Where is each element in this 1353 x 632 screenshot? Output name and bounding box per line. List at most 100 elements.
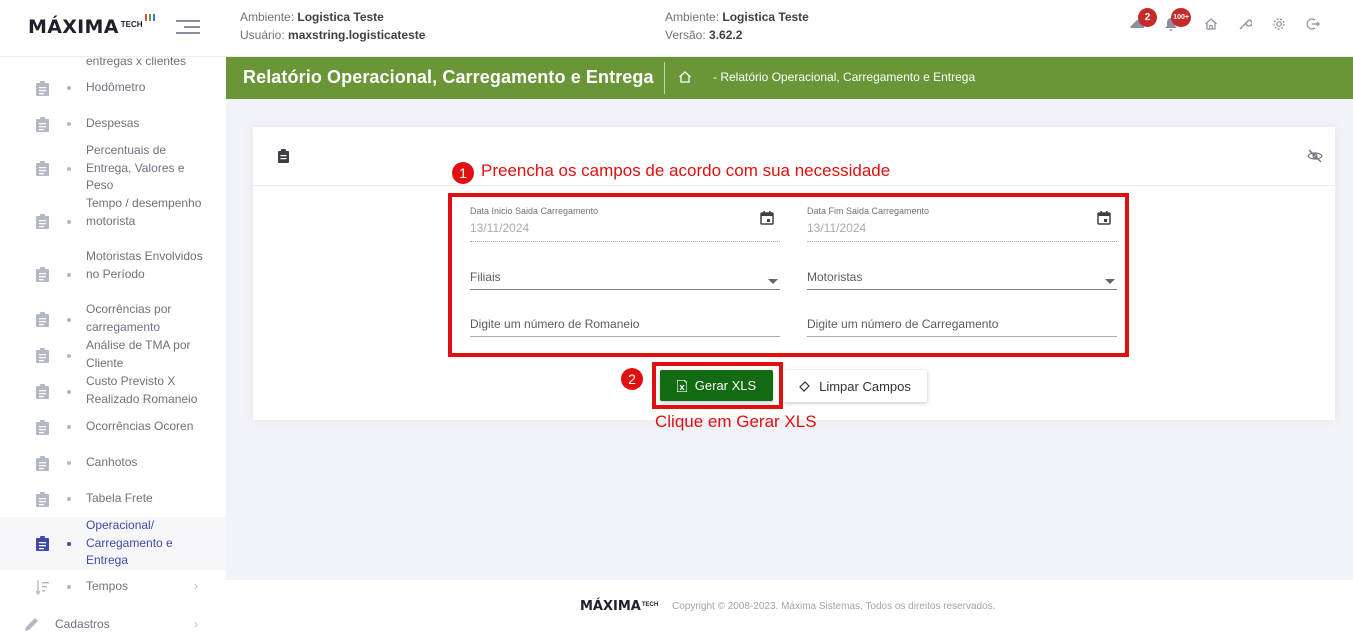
pencil-icon — [25, 618, 38, 631]
bullet — [67, 542, 71, 546]
bullet — [67, 318, 71, 322]
chevron-right-icon: › — [194, 617, 198, 631]
sidebar-item-tabela-frete[interactable]: Tabela Frete — [0, 488, 226, 510]
wrench-icon[interactable] — [1237, 16, 1253, 32]
logo-text: MÁXIMA — [28, 16, 119, 38]
sidebar-item-custo-previsto[interactable]: Custo Previsto X Realizado Romaneio — [0, 373, 226, 409]
bullet — [67, 425, 71, 429]
sidebar-item-label: Ocorrências Ocoren — [86, 419, 194, 433]
menu-toggle-icon[interactable] — [176, 18, 200, 36]
breadcrumb[interactable]: - Relatório Operacional, Carregamento e … — [713, 70, 975, 84]
sidebar-item-label: Tempos — [86, 579, 129, 593]
clipboard-icon — [36, 456, 49, 471]
sidebar-item-label: Hodômetro — [86, 80, 146, 94]
clipboard-icon — [36, 420, 49, 435]
truck-notification-icon[interactable]: 2 — [1129, 8, 1157, 32]
bell-icon[interactable]: 100+ — [1163, 8, 1191, 32]
bullet — [67, 220, 71, 224]
sort-icon — [36, 580, 49, 595]
bell-badge: 100+ — [1171, 8, 1191, 27]
sidebar-item-cadastros[interactable]: Cadastros › — [0, 614, 226, 632]
clipboard-icon — [36, 384, 49, 399]
sidebar-item-despesas[interactable]: Despesas — [0, 113, 226, 135]
breadcrumb-home-icon[interactable] — [678, 70, 692, 84]
page-title: Relatório Operacional, Carregamento e En… — [243, 67, 654, 87]
minus-icon — [36, 57, 49, 66]
version-info: Ambiente: Logistica Teste Versão: 3.62.2 — [665, 10, 809, 42]
footer-logo-tech: TECH — [641, 602, 659, 608]
sidebar-item-label: Motoristas Envolvidos no Período — [86, 249, 203, 281]
bullet — [67, 497, 71, 501]
maxima-tech-logo[interactable]: MÁXIMA TECH — [28, 14, 155, 40]
bullet — [67, 390, 71, 394]
annotation-number-1: 1 — [452, 162, 474, 184]
home-icon[interactable] — [1203, 16, 1219, 32]
sidebar-item-label: Canhotos — [86, 455, 138, 469]
sidebar-item-hodometro[interactable]: Hodômetro — [0, 77, 226, 99]
top-header: MÁXIMA TECH Ambiente: Logistica Teste Us… — [0, 0, 1353, 57]
sidebar-item-ocorrencias-ocoren[interactable]: Ocorrências Ocoren — [0, 416, 226, 438]
sidebar-item-label: Percentuais de Entrega, Valores e Peso — [86, 143, 185, 192]
sidebar-item-label: entregas x clientes — [86, 57, 187, 68]
footer-logo-text: MÁXIMA — [580, 599, 641, 614]
annotation-text-1: Preencha os campos de acordo com sua nec… — [481, 161, 891, 180]
header-actions: 2 100+ — [1129, 8, 1321, 36]
sidebar-item-tempo-desempenho[interactable]: Tempo / desempenho motorista — [0, 195, 226, 248]
footer-logo: MÁXIMA TECH — [580, 599, 658, 615]
sidebar-item-entregas-clientes[interactable]: entregas x clientes — [0, 57, 226, 71]
copyright-text: Copyright © 2008-2023. Máxima Sistemas. … — [672, 601, 996, 612]
sidebar-item-analise-tma[interactable]: Análise de TMA por Cliente — [0, 337, 226, 373]
annotation-number-2: 2 — [621, 368, 643, 390]
truck-badge: 2 — [1138, 8, 1157, 27]
bullet — [67, 86, 71, 90]
clipboard-icon — [36, 81, 49, 96]
sidebar-item-label: Cadastros — [55, 617, 110, 631]
clipboard-icon — [36, 536, 49, 551]
sidebar-item-percentuais[interactable]: Percentuais de Entrega, Valores e Peso — [0, 142, 226, 195]
chevron-right-icon: › — [194, 579, 198, 593]
sidebar-menu: entregas x clientes Hodômetro Despesas P… — [0, 57, 226, 632]
clipboard-icon — [36, 214, 49, 229]
sidebar-item-label: Análise de TMA por Cliente — [86, 338, 191, 370]
logo-color-bars — [144, 14, 155, 21]
annotation-box-button — [652, 362, 783, 409]
limpar-campos-label: Limpar Campos — [819, 378, 911, 394]
sidebar-item-label: Tabela Frete — [86, 491, 153, 505]
sidebar-item-label: Operacional/ Carregamento e Entrega — [86, 518, 173, 567]
environment-info: Ambiente: Logistica Teste Usuário: maxst… — [240, 10, 426, 42]
page-subheader: Relatório Operacional, Carregamento e En… — [226, 57, 1353, 99]
annotation-box-fields — [448, 193, 1129, 357]
card-divider — [253, 185, 1335, 186]
eraser-icon — [799, 381, 810, 392]
sidebar-item-canhotos[interactable]: Canhotos — [0, 452, 226, 474]
clipboard-icon — [36, 348, 49, 363]
eye-slash-icon[interactable] — [1307, 149, 1323, 163]
clipboard-icon — [278, 149, 289, 163]
bullet — [67, 461, 71, 465]
clipboard-icon — [36, 161, 49, 176]
annotation-text-2: Clique em Gerar XLS — [655, 412, 817, 431]
bullet — [67, 122, 71, 126]
page-footer: MÁXIMA TECH Copyright © 2008-2023. Máxim… — [226, 580, 1353, 632]
sidebar-item-label: Tempo / desempenho motorista — [86, 196, 202, 228]
sidebar-item-operacional-active[interactable]: Operacional/ Carregamento e Entrega — [0, 517, 226, 570]
sidebar-item-label: Custo Previsto X Realizado Romaneio — [86, 374, 198, 406]
sidebar-item-motoristas-envolvidos[interactable]: Motoristas Envolvidos no Período — [0, 248, 226, 301]
sidebar-item-label: Despesas — [86, 116, 140, 130]
settings-gear-icon[interactable] — [1271, 16, 1287, 32]
clipboard-icon — [36, 117, 49, 132]
clipboard-icon — [36, 312, 49, 327]
logout-icon[interactable] — [1305, 16, 1321, 32]
limpar-campos-button[interactable]: Limpar Campos — [783, 370, 927, 402]
logo-tech-text: TECH — [120, 20, 143, 29]
bullet — [67, 354, 71, 358]
sidebar-item-tempos[interactable]: Tempos › — [0, 576, 226, 598]
clipboard-icon — [36, 267, 49, 282]
bullet — [67, 585, 71, 589]
bullet — [67, 273, 71, 277]
bullet — [67, 167, 71, 171]
sidebar-item-label: Ocorrências por carregamento — [86, 302, 172, 334]
sidebar-item-ocorrencias-carregamento[interactable]: Ocorrências por carregamento — [0, 301, 226, 337]
clipboard-icon — [36, 492, 49, 507]
divider — [664, 62, 665, 94]
